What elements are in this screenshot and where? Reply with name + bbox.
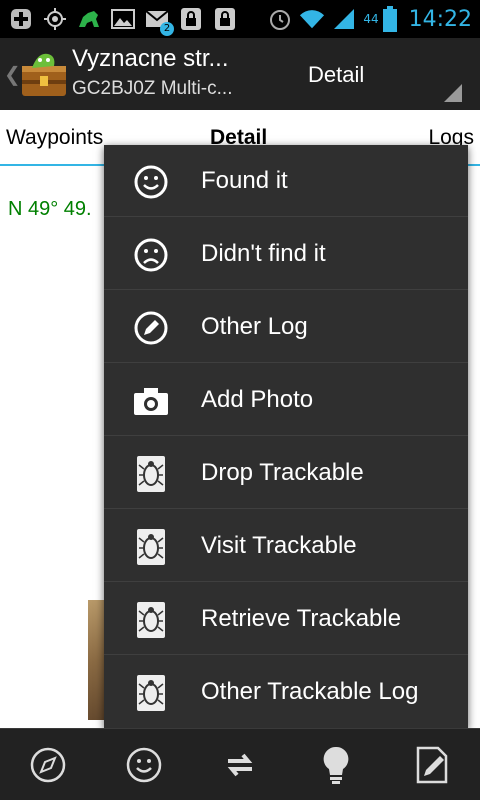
menu-item-label: Found it	[201, 167, 288, 194]
gps-icon	[42, 6, 68, 32]
status-notifications: 2	[8, 6, 238, 36]
menu-item-visit-trackable[interactable]: Visit Trackable	[104, 510, 468, 582]
menu-item-label: Other Log	[201, 313, 308, 340]
battery-percent: 44	[363, 12, 379, 26]
battery-icon	[382, 6, 397, 32]
smiley-happy-icon	[132, 163, 170, 201]
lightbulb-icon[interactable]	[316, 745, 356, 785]
bottom-action-bar	[0, 728, 480, 800]
menu-item-add-photo[interactable]: Add Photo	[104, 364, 468, 436]
image-icon	[110, 6, 136, 32]
smiley-icon[interactable]	[124, 745, 164, 785]
page-subtitle: GC2BJ0Z Multi-c...	[72, 78, 233, 99]
app-logo-icon[interactable]	[18, 48, 70, 100]
notification-badge: 2	[160, 22, 174, 36]
coordinates[interactable]: N 49° 49.	[8, 198, 92, 221]
log-popup-menu: Found it Didn't find it Other Log Add Ph…	[104, 145, 468, 729]
lock-icon	[212, 6, 238, 32]
edit-note-icon[interactable]	[412, 745, 452, 785]
dropdown-corner-icon	[444, 84, 462, 102]
android-icon	[76, 6, 102, 32]
view-spinner[interactable]: Detail	[270, 38, 480, 110]
menu-item-label: Retrieve Trackable	[201, 605, 402, 632]
tab-waypoints[interactable]: Waypoints	[6, 126, 103, 150]
view-spinner-label: Detail	[308, 62, 365, 87]
refresh-icon[interactable]	[220, 745, 260, 785]
smiley-sad-icon	[132, 236, 170, 274]
menu-item-drop-trackable[interactable]: Drop Trackable	[104, 437, 468, 509]
menu-item-found-it[interactable]: Found it	[104, 145, 468, 217]
trackable-bug-icon	[132, 601, 170, 639]
alarm-icon	[267, 6, 293, 32]
page-title: Vyznacne str...	[72, 45, 229, 72]
wifi-icon	[299, 6, 325, 32]
lock-icon	[178, 6, 204, 32]
trackable-bug-icon	[132, 528, 170, 566]
camera-icon	[132, 382, 170, 420]
menu-item-label: Other Trackable Log	[201, 678, 419, 705]
menu-item-label: Visit Trackable	[201, 532, 357, 559]
status-bar: 2 44 14:22	[0, 0, 480, 38]
add-icon	[8, 6, 34, 32]
trackable-bug-icon	[132, 674, 170, 712]
status-system: 44 14:22	[267, 5, 472, 33]
menu-item-label: Add Photo	[201, 386, 314, 413]
status-time: 14:22	[408, 6, 472, 32]
menu-item-retrieve-trackable[interactable]: Retrieve Trackable	[104, 583, 468, 655]
menu-item-other-log[interactable]: Other Log	[104, 291, 468, 363]
action-bar: ❮ Vyznacne str... GC2BJ0Z Multi-c... Det…	[0, 38, 480, 110]
trackable-bug-icon	[132, 455, 170, 493]
menu-item-label: Didn't find it	[201, 240, 326, 267]
compass-icon[interactable]	[28, 745, 68, 785]
menu-item-label: Drop Trackable	[201, 459, 364, 486]
gmail-icon: 2	[144, 6, 174, 36]
menu-item-didnt-find-it[interactable]: Didn't find it	[104, 218, 468, 290]
menu-item-other-trackable-log[interactable]: Other Trackable Log	[104, 656, 468, 728]
pencil-icon	[132, 309, 170, 347]
signal-icon	[331, 6, 357, 32]
